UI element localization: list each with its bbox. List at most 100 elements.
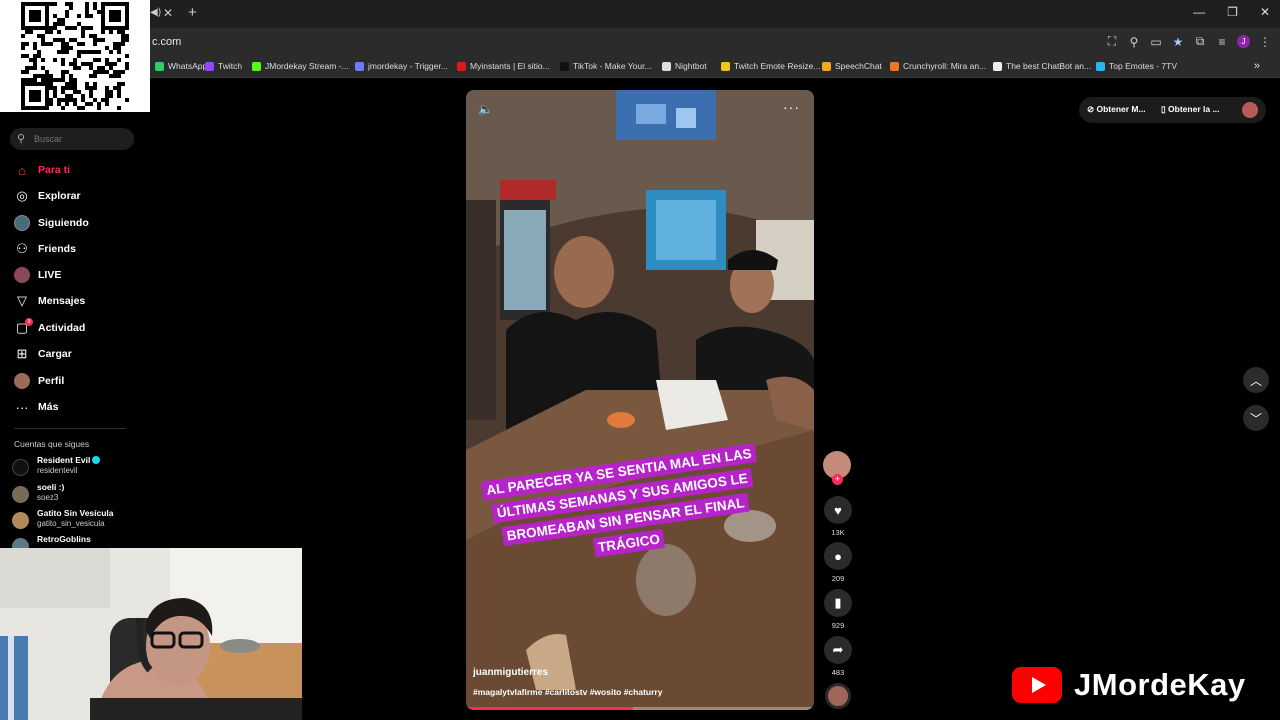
bookmark-star-icon[interactable]: ★ [1171, 35, 1185, 49]
bookmark-item[interactable]: Crunchyroll: Mira an... [890, 61, 986, 71]
sidebar-item-label: Friends [38, 243, 76, 255]
browser-toolbar: c.com ⛶ ⚲ ▭ ★ ⧉ ≡ J ⋮ [0, 28, 1280, 56]
music-disc-icon[interactable] [825, 683, 851, 709]
address-bar[interactable]: c.com [152, 36, 181, 48]
trigger-icon [355, 61, 364, 71]
like-action[interactable]: ♥ 13K [823, 496, 853, 537]
video-progress-fill [466, 707, 634, 710]
follow-plus-icon[interactable]: + [832, 474, 843, 485]
tab-audio-icon[interactable]: ◀) [150, 7, 161, 18]
translate-icon[interactable]: ⛶ [1105, 34, 1119, 49]
video-player[interactable]: 🔈 ··· AL PARECER YA SE SENTIA MAL EN LAS… [466, 90, 814, 710]
qr-code-image [21, 2, 129, 110]
bookmark-icon[interactable]: ▮ [824, 589, 852, 617]
avatar [12, 512, 29, 529]
sidebar-item-explorar[interactable]: ◎ Explorar [14, 186, 144, 206]
comment-action[interactable]: ● 209 [823, 542, 853, 583]
qr-code-overlay [0, 0, 150, 112]
comment-icon[interactable]: ● [824, 542, 852, 570]
notification-badge: 9 [25, 318, 33, 326]
video-frame [466, 90, 814, 710]
more-bookmarks-icon[interactable]: » [1254, 60, 1260, 72]
menu-icon[interactable]: ⋮ [1258, 35, 1272, 49]
get-mobile-app-button[interactable]: ▯ Obtener la ... [1161, 104, 1220, 115]
user-avatar[interactable] [1242, 102, 1258, 118]
sidebar-item-friends[interactable]: ⚇ Friends [14, 239, 144, 259]
avatar [12, 459, 29, 476]
sidebar-item-siguiendo[interactable]: Siguiendo [14, 213, 144, 233]
account-name: RetroGoblins [37, 534, 91, 544]
following-account[interactable]: Resident Evil residentevil [12, 455, 142, 479]
browser-tab-strip: ◀) ✕ + — ❐ ✕ [0, 0, 1280, 28]
bookmark-item[interactable]: SpeechChat [822, 61, 882, 71]
video-username[interactable]: juanmigutierres [473, 667, 548, 678]
nightbot-icon [662, 61, 671, 71]
sidebar-item-live[interactable]: LIVE [14, 265, 144, 285]
channel-brand-name: JMordeKay [1074, 667, 1246, 702]
live-avatar-icon [14, 267, 30, 283]
youtube-logo-icon [1012, 667, 1062, 703]
get-app-pill: ⊘ Obtener M... ▯ Obtener la ... [1079, 97, 1266, 123]
tab-close-icon[interactable]: ✕ [163, 6, 173, 20]
more-icon: ··· [15, 399, 29, 415]
heart-icon[interactable]: ♥ [824, 496, 852, 524]
bookmark-item[interactable]: jmordekay - Trigger... [355, 61, 448, 71]
toolbar-icons: ⛶ ⚲ ▭ ★ ⧉ ≡ J ⋮ [1105, 34, 1272, 49]
verified-icon [92, 456, 101, 464]
bookmark-item[interactable]: Twitch [205, 61, 242, 71]
bookmark-item[interactable]: Twitch Emote Resize... [721, 61, 820, 71]
video-hashtags[interactable]: #magalytvlafirme #carlitostv #wosito #ch… [473, 687, 662, 697]
bookmark-item[interactable]: WhatsApp [155, 61, 207, 71]
previous-video-button[interactable]: ︿ [1243, 367, 1269, 393]
sidebar-item-label: Siguiendo [38, 217, 89, 229]
next-video-button[interactable]: ﹀ [1243, 405, 1269, 431]
sidebar-item-label: Explorar [38, 190, 81, 202]
profile-icon[interactable]: J [1237, 35, 1250, 48]
sidebar-item-actividad[interactable]: ▢ 9 Actividad [14, 318, 144, 338]
following-account[interactable]: soelí :) soez3 [12, 482, 142, 506]
window-controls: — ❐ ✕ [1193, 5, 1270, 19]
bookmark-item[interactable]: Top Emotes - 7TV [1096, 61, 1177, 71]
sidebar-item-label: LIVE [38, 269, 62, 281]
share-icon[interactable]: ➦ [824, 636, 852, 664]
bookmark-item[interactable]: The best ChatBot an... [993, 61, 1091, 71]
account-handle: soez3 [37, 493, 59, 502]
video-progress-bar[interactable] [466, 707, 814, 710]
search-icon: ⚲ [17, 133, 26, 145]
close-window-icon[interactable]: ✕ [1260, 5, 1270, 19]
sidebar-item-label: Perfil [38, 375, 65, 387]
cast-icon[interactable]: ▭ [1149, 35, 1163, 49]
sidebar-divider [14, 428, 126, 429]
sound-icon[interactable]: 🔈 [478, 102, 493, 116]
sidebar-item-mas[interactable]: ··· Más [14, 397, 144, 417]
home-icon: ⌂ [18, 162, 26, 178]
bookmark-item[interactable]: JMordekay Stream -... [252, 61, 349, 71]
sidebar-item-perfil[interactable]: Perfil [14, 371, 144, 391]
chevron-down-icon: ﹀ [1249, 411, 1262, 426]
more-options-icon[interactable]: ··· [783, 99, 800, 115]
restore-icon[interactable]: ❐ [1227, 5, 1238, 19]
zoom-icon[interactable]: ⚲ [1127, 35, 1141, 49]
save-action[interactable]: ▮ 929 [823, 589, 853, 630]
get-mobile-app-label: Obtener la ... [1168, 104, 1220, 114]
account-name: soelí :) [37, 482, 65, 492]
sidebar-item-para-ti[interactable]: ⌂ Para ti [14, 160, 144, 180]
sidebar-item-mensajes[interactable]: ▽ Mensajes [14, 291, 144, 311]
extensions-icon[interactable]: ⧉ [1193, 34, 1207, 49]
tiktok-icon [560, 61, 569, 71]
bookmark-item[interactable]: Nightbot [662, 61, 707, 71]
whatsapp-icon [155, 61, 164, 71]
minimize-icon[interactable]: — [1193, 5, 1205, 19]
sidebar-item-cargar[interactable]: ⊞ Cargar [14, 344, 144, 364]
following-account[interactable]: Gatito Sin Vesícula gatito_sin_vesicula [12, 508, 142, 532]
get-desktop-app-button[interactable]: ⊘ Obtener M... [1087, 104, 1146, 115]
bookmark-item[interactable]: Myinstants | El sitio... [457, 61, 550, 71]
bookmark-item[interactable]: TikTok - Make Your... [560, 61, 652, 71]
media-icon[interactable]: ≡ [1215, 35, 1229, 49]
following-avatar-icon [14, 215, 30, 231]
search-input[interactable]: ⚲ Buscar [10, 128, 134, 150]
new-tab-icon[interactable]: + [188, 4, 197, 21]
share-action[interactable]: ➦ 483 [823, 636, 853, 677]
speechchat-icon [822, 61, 831, 71]
comment-count: 209 [831, 574, 845, 583]
